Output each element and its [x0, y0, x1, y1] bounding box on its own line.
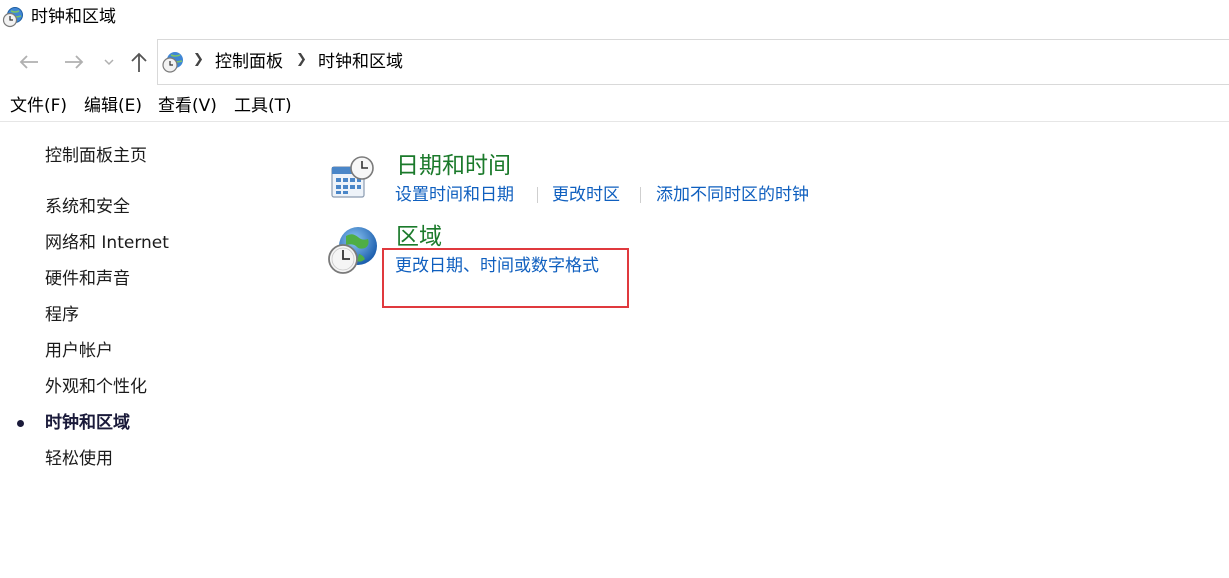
link-change-time-zone[interactable]: 更改时区 [552, 184, 620, 206]
sidebar: 控制面板主页 系统和安全 网络和 Internet 硬件和声音 程序 用户帐户 … [0, 122, 300, 578]
address-bar[interactable]: ❯ 控制面板 ❯ 时钟和区域 [157, 39, 1229, 85]
link-divider [537, 187, 538, 203]
category-title-date-time[interactable]: 日期和时间 [396, 152, 511, 180]
menu-tools[interactable]: 工具(T) [234, 95, 292, 117]
sidebar-control-panel-home[interactable]: 控制面板主页 [45, 145, 147, 167]
back-button[interactable] [14, 38, 44, 86]
up-button[interactable] [128, 38, 150, 86]
sidebar-item-system-security[interactable]: 系统和安全 [45, 196, 130, 218]
link-add-clocks[interactable]: 添加不同时区的时钟 [656, 184, 809, 206]
highlight-box [382, 248, 629, 308]
menu-file[interactable]: 文件(F) [10, 95, 67, 117]
globe-clock-icon[interactable] [326, 224, 380, 278]
breadcrumb-separator-icon[interactable]: ❯ [296, 52, 307, 67]
current-item-bullet [17, 420, 24, 427]
recent-locations-button[interactable] [100, 38, 118, 86]
back-arrow-icon [19, 55, 38, 69]
window-title: 时钟和区域 [31, 7, 116, 27]
breadcrumb-separator-icon[interactable]: ❯ [193, 52, 204, 67]
sidebar-item-user-accounts[interactable]: 用户帐户 [45, 340, 113, 362]
menu-bar: 文件(F) 编辑(E) 查看(V) 工具(T) [0, 86, 1229, 122]
sidebar-item-programs[interactable]: 程序 [45, 304, 79, 326]
up-arrow-icon [131, 52, 147, 72]
navigation-bar: ❯ 控制面板 ❯ 时钟和区域 [0, 38, 1229, 86]
title-bar: 时钟和区域 [0, 0, 1229, 36]
calendar-clock-icon[interactable] [330, 155, 376, 201]
chevron-down-icon [104, 59, 114, 66]
link-divider [640, 187, 641, 203]
forward-arrow-icon [65, 55, 84, 69]
breadcrumb-clock-region[interactable]: 时钟和区域 [318, 50, 403, 74]
menu-view[interactable]: 查看(V) [158, 95, 217, 117]
link-set-time-date[interactable]: 设置时间和日期 [395, 184, 514, 206]
menu-edit[interactable]: 编辑(E) [84, 95, 142, 117]
sidebar-item-appearance[interactable]: 外观和个性化 [45, 376, 147, 398]
sidebar-item-clock-region: 时钟和区域 [45, 413, 130, 433]
clock-globe-icon [2, 7, 23, 28]
sidebar-item-hardware-sound[interactable]: 硬件和声音 [45, 268, 130, 290]
forward-button[interactable] [59, 38, 89, 86]
sidebar-item-network-internet[interactable]: 网络和 Internet [45, 232, 169, 254]
sidebar-item-ease-of-access[interactable]: 轻松使用 [45, 448, 113, 470]
breadcrumb-control-panel[interactable]: 控制面板 [215, 50, 283, 74]
clock-globe-icon [162, 52, 183, 73]
category-title-region[interactable]: 区域 [396, 223, 442, 251]
